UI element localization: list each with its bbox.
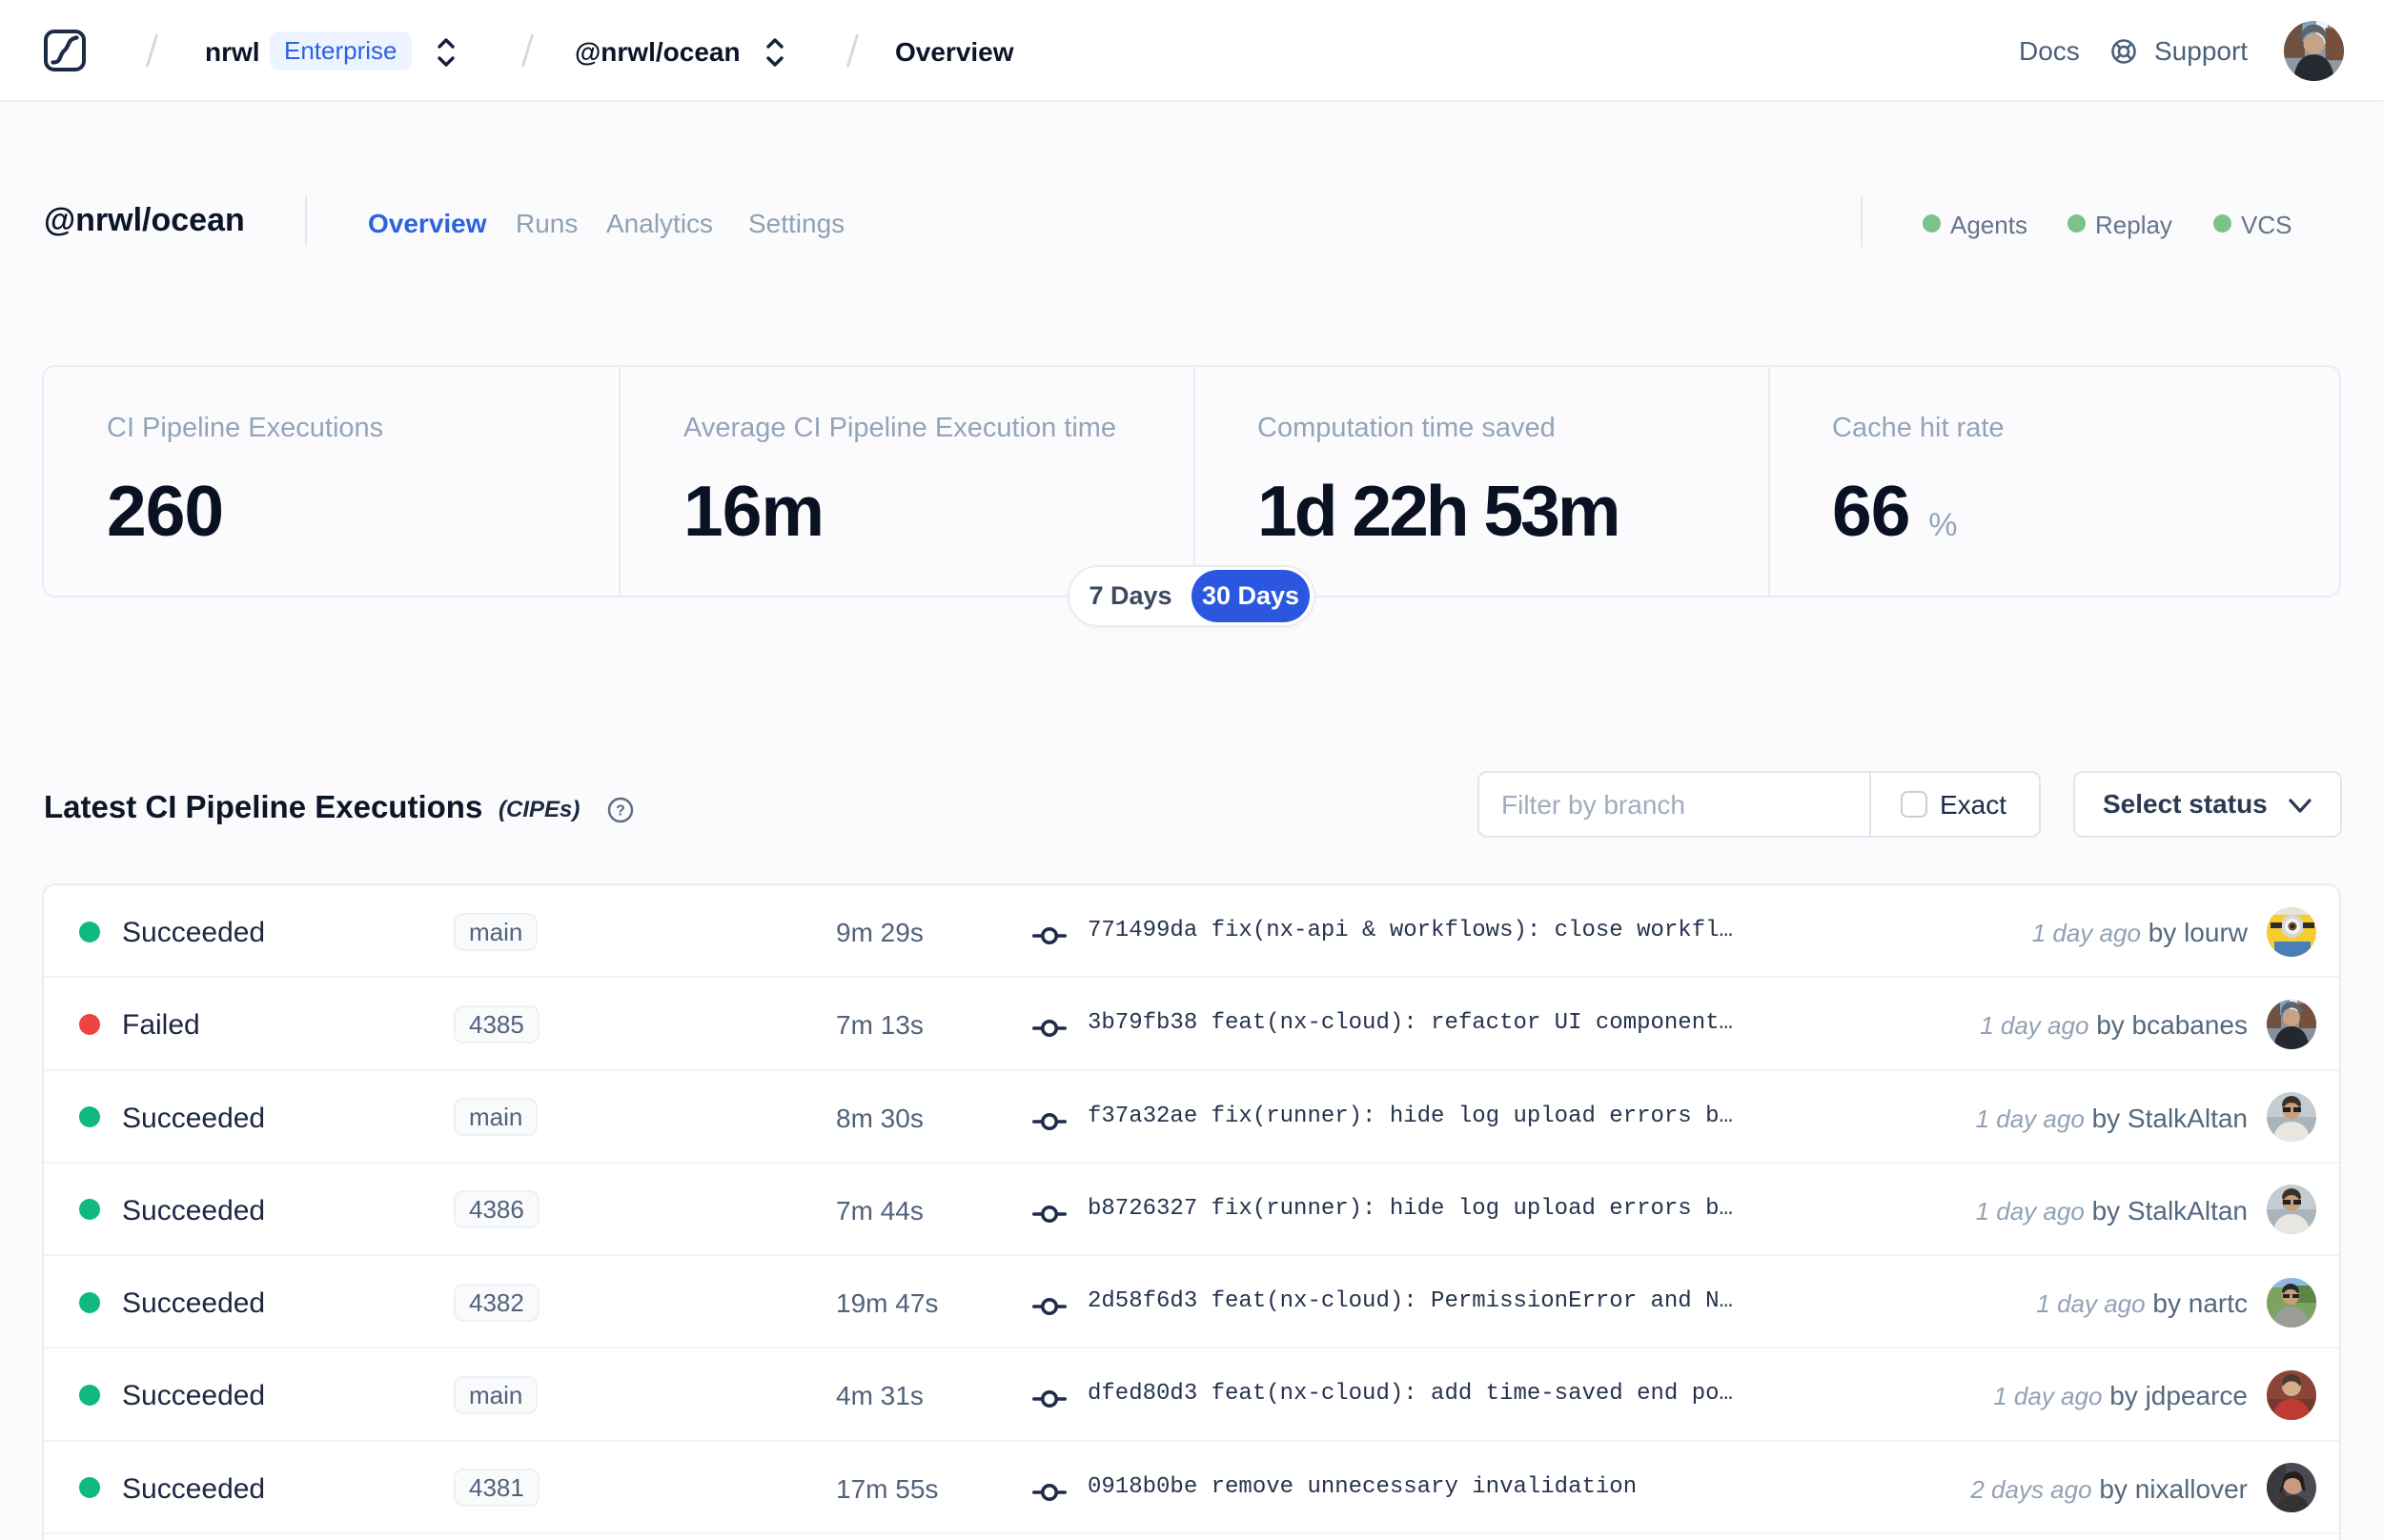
svg-text:?: ? <box>616 803 625 820</box>
